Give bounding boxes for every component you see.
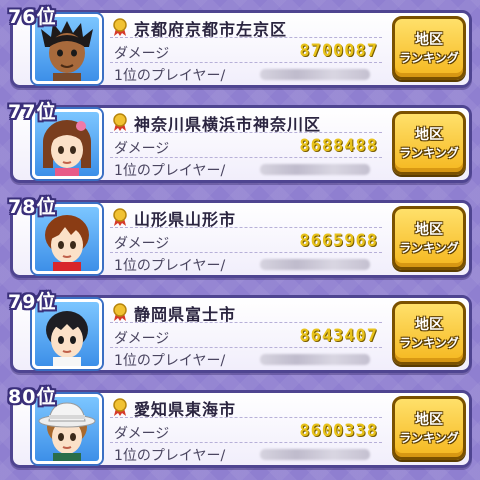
damage-value: 8665968 [299,231,378,251]
ranking-row: 76位 京都府京都市左京区 ダメージ 8700087 1位のプレイヤー/ 地区 … [6,2,474,90]
damage-label: ダメージ [114,426,170,442]
region-bar: 愛知県東海市 [110,396,382,419]
player-line: 1位のプレイヤー/ [110,444,382,464]
damage-value: 8700087 [299,41,378,61]
top-player-label: 1位のプレイヤー/ [114,258,226,274]
region-name: 神奈川県横浜市神奈川区 [134,115,322,134]
rank-label: 76位 [8,6,57,28]
blurred-player-name [260,449,370,460]
top-player-label: 1位のプレイヤー/ [114,353,226,369]
damage-value: 8688488 [299,136,378,156]
button-label-line1: 地区 [415,412,443,428]
blurred-player-name [260,259,370,270]
rank-label: 77位 [8,101,57,123]
rank-label: 78位 [8,196,57,218]
damage-label: ダメージ [114,46,170,62]
button-label-line1: 地区 [415,127,443,143]
damage-label: ダメージ [114,331,170,347]
blurred-player-name [260,69,370,80]
top-player-label: 1位のプレイヤー/ [114,163,226,179]
rank-label: 80位 [8,386,57,408]
player-line: 1位のプレイヤー/ [110,254,382,274]
player-line: 1位のプレイヤー/ [110,159,382,179]
button-label-line1: 地区 [415,317,443,333]
damage-value: 8600338 [299,421,378,441]
medal-icon [113,208,127,226]
player-line: 1位のプレイヤー/ [110,349,382,369]
region-bar: 静岡県富士市 [110,301,382,324]
blurred-player-name [260,164,370,175]
region-name: 山形県山形市 [134,210,237,229]
entry-info: 静岡県富士市 ダメージ 8643407 1位のプレイヤー/ [110,299,382,369]
region-name: 静岡県富士市 [134,305,237,324]
ranking-row: 77位 神奈川県横浜市神奈川区 ダメージ 8688488 1位のプレイヤー/ 地… [6,97,474,185]
medal-icon [113,18,127,36]
player-line: 1位のプレイヤー/ [110,64,382,84]
top-player-label: 1位のプレイヤー/ [114,448,226,464]
damage-line: ダメージ 8665968 [110,231,382,253]
damage-line: ダメージ 8600338 [110,421,382,443]
button-label-line2: ランキング [399,146,459,160]
region-bar: 山形県山形市 [110,206,382,229]
button-label-line1: 地区 [415,222,443,238]
entry-info: 山形県山形市 ダメージ 8665968 1位のプレイヤー/ [110,204,382,274]
blurred-player-name [260,354,370,365]
button-label-line2: ランキング [399,431,459,445]
damage-label: ダメージ [114,141,170,157]
medal-icon [113,398,127,416]
region-ranking-button[interactable]: 地区 ランキング [392,396,466,460]
button-label-line1: 地区 [415,32,443,48]
entry-info: 神奈川県横浜市神奈川区 ダメージ 8688488 1位のプレイヤー/ [110,109,382,179]
entry-info: 愛知県東海市 ダメージ 8600338 1位のプレイヤー/ [110,394,382,464]
damage-line: ダメージ 8700087 [110,41,382,63]
region-bar: 神奈川県横浜市神奈川区 [110,111,382,134]
damage-line: ダメージ 8643407 [110,326,382,348]
medal-icon [113,303,127,321]
ranking-row: 79位 静岡県富士市 ダメージ 8643407 1位のプレイヤー/ 地区 ランキ… [6,287,474,375]
region-bar: 京都府京都市左京区 [110,16,382,39]
region-name: 京都府京都市左京区 [134,20,288,39]
rank-label: 79位 [8,291,57,313]
button-label-line2: ランキング [399,241,459,255]
damage-value: 8643407 [299,326,378,346]
top-player-label: 1位のプレイヤー/ [114,68,226,84]
damage-line: ダメージ 8688488 [110,136,382,158]
region-ranking-button[interactable]: 地区 ランキング [392,206,466,270]
ranking-row: 78位 山形県山形市 ダメージ 8665968 1位のプレイヤー/ 地区 ランキ… [6,192,474,280]
region-ranking-button[interactable]: 地区 ランキング [392,16,466,80]
medal-icon [113,113,127,131]
region-ranking-button[interactable]: 地区 ランキング [392,111,466,175]
region-ranking-button[interactable]: 地区 ランキング [392,301,466,365]
ranking-list: 76位 京都府京都市左京区 ダメージ 8700087 1位のプレイヤー/ 地区 … [0,0,480,480]
ranking-row: 80位 愛知県東海市 ダメージ 8600338 1位のプレイヤー/ 地区 ランキ… [6,382,474,470]
damage-label: ダメージ [114,236,170,252]
button-label-line2: ランキング [399,51,459,65]
region-name: 愛知県東海市 [134,400,237,419]
button-label-line2: ランキング [399,336,459,350]
entry-info: 京都府京都市左京区 ダメージ 8700087 1位のプレイヤー/ [110,14,382,84]
